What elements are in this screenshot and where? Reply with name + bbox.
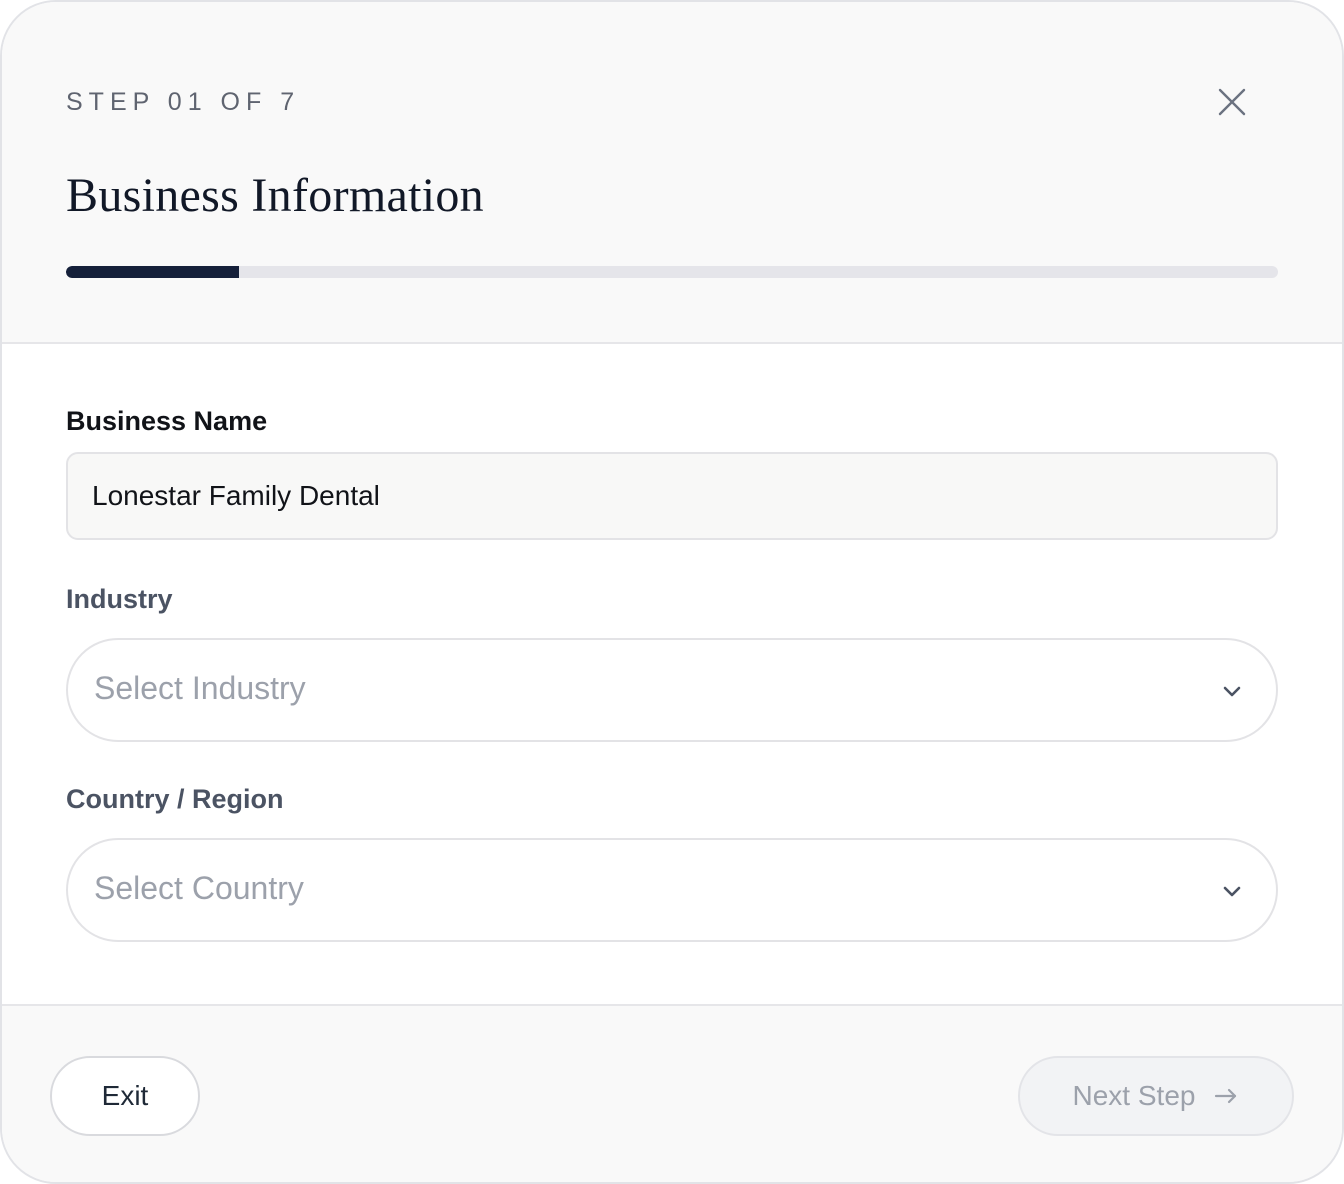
country-select[interactable]: Select Country [66, 838, 1278, 942]
industry-label: Industry [66, 584, 173, 614]
next-step-label: Next Step [1072, 1080, 1196, 1111]
business-name-input[interactable] [66, 452, 1278, 540]
close-button[interactable] [1214, 84, 1250, 120]
progress-fill [66, 266, 240, 278]
progress-bar [66, 266, 1278, 278]
arrow-right-icon [1215, 1088, 1237, 1104]
next-step-button[interactable]: Next Step [1018, 1056, 1294, 1136]
modal-header: STEP 01 OF 7 Business Information [2, 2, 1342, 344]
business-name-label: Business Name [66, 406, 268, 436]
page-title: Business Information [66, 169, 484, 222]
chevron-down-icon [1223, 886, 1241, 897]
close-icon [1218, 88, 1246, 116]
country-label: Country / Region [66, 784, 284, 814]
exit-button[interactable]: Exit [50, 1056, 200, 1136]
industry-placeholder: Select Industry [94, 670, 306, 706]
step-indicator: STEP 01 OF 7 [66, 88, 301, 116]
country-placeholder: Select Country [94, 870, 304, 906]
modal-footer: Exit Next Step [2, 1004, 1342, 1182]
onboarding-modal: STEP 01 OF 7 Business Information Busine… [0, 0, 1344, 1184]
chevron-down-icon [1223, 686, 1241, 697]
industry-select[interactable]: Select Industry [66, 638, 1278, 742]
